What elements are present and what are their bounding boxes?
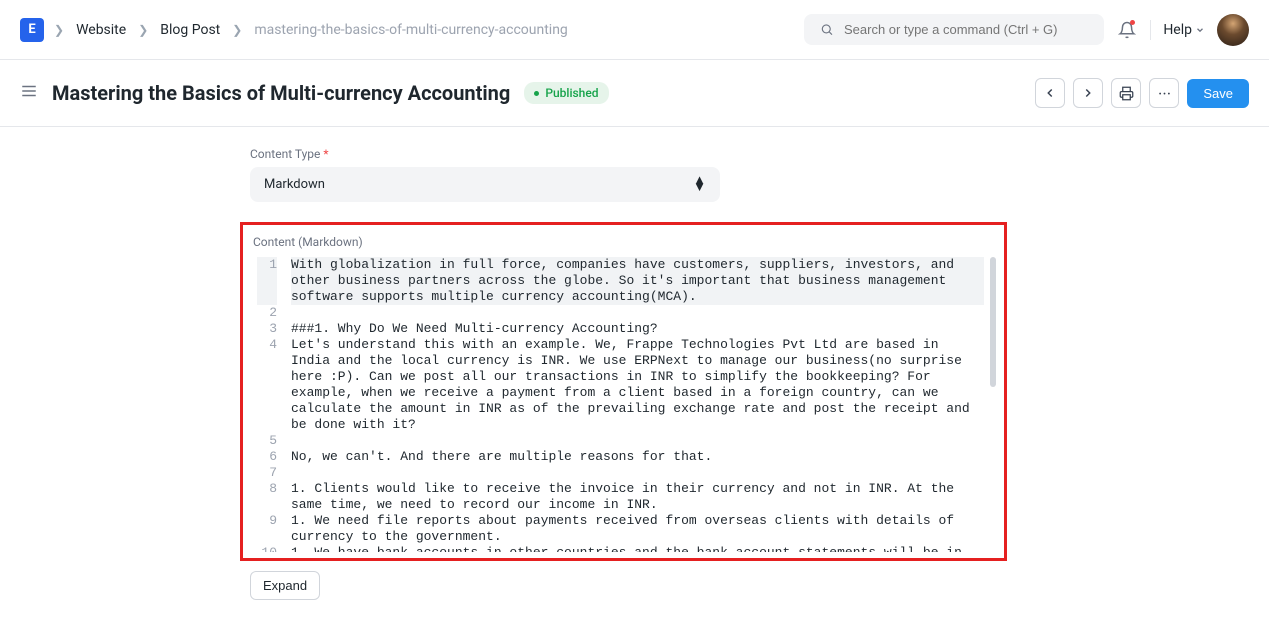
editor-line[interactable]: 1. We have bank accounts in other countr…	[291, 545, 984, 552]
content-type-label: Content Type *	[250, 147, 1019, 161]
editor-line[interactable]	[291, 465, 984, 481]
editor-line[interactable]	[291, 305, 984, 321]
markdown-editor[interactable]: 123456789101112 With globalization in fu…	[249, 257, 998, 552]
editor-line[interactable]: ###1. Why Do We Need Multi-currency Acco…	[291, 321, 984, 337]
content-type-value: Markdown	[264, 177, 325, 192]
save-button[interactable]: Save	[1187, 79, 1249, 108]
editor-gutter: 123456789101112	[249, 257, 291, 552]
breadcrumb-blog-post[interactable]: Blog Post	[160, 22, 220, 38]
breadcrumb-current: mastering-the-basics-of-multi-currency-a…	[254, 22, 567, 38]
status-badge[interactable]: Published	[524, 82, 608, 104]
notifications-button[interactable]	[1116, 19, 1138, 41]
editor-line[interactable]	[291, 433, 984, 449]
editor-label: Content (Markdown)	[253, 235, 998, 249]
prev-button[interactable]	[1035, 78, 1065, 108]
chevron-right-icon: ❯	[232, 23, 242, 37]
search-box[interactable]	[804, 14, 1104, 45]
sidebar-toggle[interactable]	[20, 82, 38, 104]
select-caret-icon: ▲▼	[693, 178, 706, 191]
editor-line[interactable]: No, we can't. And there are multiple rea…	[291, 449, 984, 465]
editor-line[interactable]: 1. Clients would like to receive the inv…	[291, 481, 984, 513]
divider	[1150, 20, 1151, 40]
content-editor-highlighted: Content (Markdown) 123456789101112 With …	[240, 222, 1007, 561]
chevron-right-icon	[1081, 86, 1095, 100]
avatar[interactable]	[1217, 14, 1249, 46]
search-input[interactable]	[844, 22, 1088, 37]
content-type-select[interactable]: Markdown ▲▼	[250, 167, 720, 202]
print-button[interactable]	[1111, 78, 1141, 108]
printer-icon	[1119, 86, 1134, 101]
chevron-left-icon	[1043, 86, 1057, 100]
chevron-down-icon	[1195, 25, 1205, 35]
scrollbar-thumb[interactable]	[990, 257, 996, 387]
editor-line[interactable]: Let's understand this with an example. W…	[291, 337, 984, 433]
help-label: Help	[1163, 22, 1192, 38]
scrollbar-track[interactable]	[988, 257, 998, 552]
editor-line[interactable]: 1. We need file reports about payments r…	[291, 513, 984, 545]
app-logo[interactable]: E	[20, 18, 44, 42]
dots-horizontal-icon	[1157, 86, 1172, 101]
status-text: Published	[545, 86, 598, 100]
chevron-right-icon: ❯	[138, 23, 148, 37]
editor-line[interactable]: With globalization in full force, compan…	[291, 257, 984, 305]
notification-dot	[1130, 20, 1135, 25]
page-title: Mastering the Basics of Multi-currency A…	[52, 81, 510, 105]
expand-button[interactable]: Expand	[250, 571, 320, 600]
menu-icon	[20, 82, 38, 100]
next-button[interactable]	[1073, 78, 1103, 108]
editor-content[interactable]: With globalization in full force, compan…	[291, 257, 998, 552]
breadcrumb-website[interactable]: Website	[76, 22, 126, 38]
help-menu[interactable]: Help	[1163, 22, 1205, 38]
required-asterisk: *	[323, 147, 328, 161]
breadcrumb: ❯ Website ❯ Blog Post ❯ mastering-the-ba…	[54, 22, 568, 38]
chevron-right-icon: ❯	[54, 23, 64, 37]
menu-button[interactable]	[1149, 78, 1179, 108]
search-icon	[820, 22, 834, 37]
status-dot-icon	[534, 91, 539, 96]
